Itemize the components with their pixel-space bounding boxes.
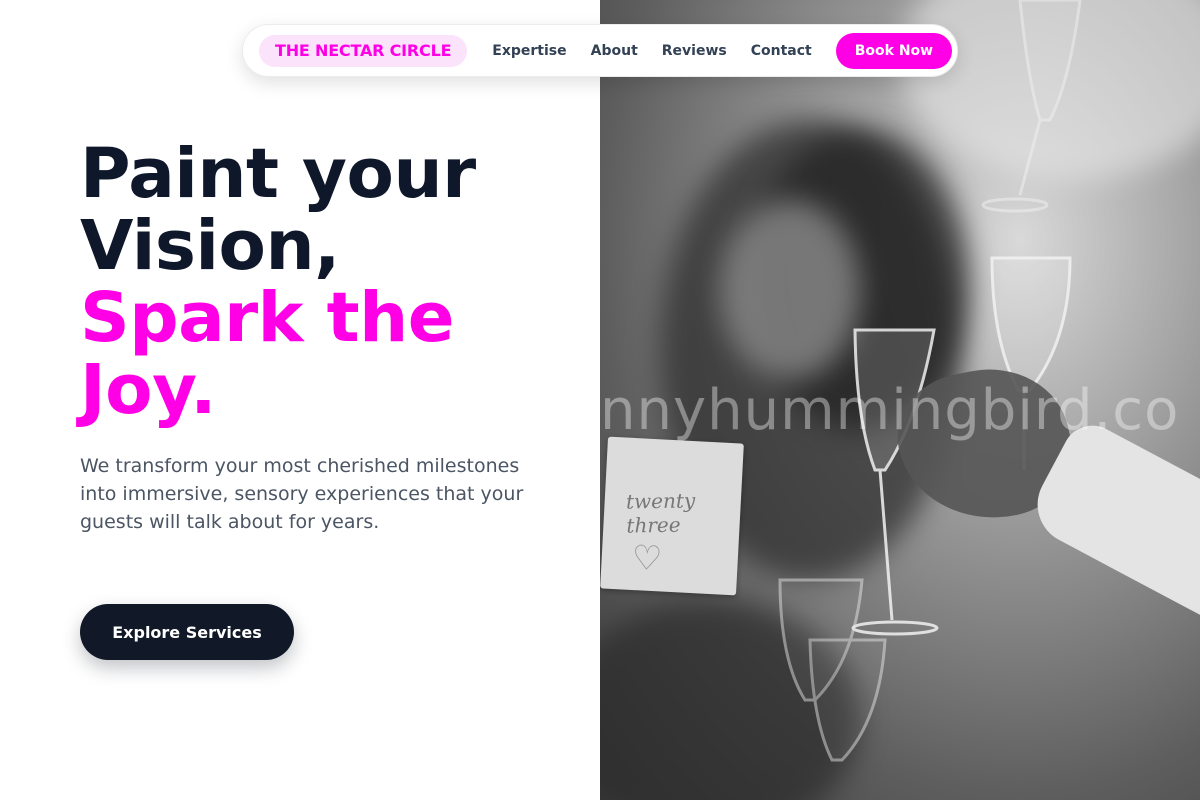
glass-top xyxy=(981,0,1082,213)
headline-line-1: Paint your xyxy=(80,134,476,214)
hero-subtext: We transform your most cherished milesto… xyxy=(80,455,524,533)
nav-link-reviews[interactable]: Reviews xyxy=(662,43,727,59)
hero-left-panel: Paint your Vision, Spark the Joy. We tra… xyxy=(0,0,600,800)
headline-accent-2: Joy. xyxy=(80,350,216,430)
headline-accent-1: Spark the xyxy=(80,278,455,358)
top-navigation: THE NECTAR CIRCLE Expertise About Review… xyxy=(242,24,958,77)
book-now-button[interactable]: Book Now xyxy=(835,32,953,69)
explore-services-button[interactable]: Explore Services xyxy=(80,604,294,660)
brand-logo[interactable]: THE NECTAR CIRCLE xyxy=(259,34,468,67)
glass-bottom xyxy=(778,578,887,762)
nav-link-expertise[interactable]: Expertise xyxy=(492,43,566,59)
hero-headline: Paint your Vision, Spark the Joy. xyxy=(80,138,580,426)
headline-line-2: Vision, xyxy=(80,206,340,286)
photo-watermark: nnyhummingbird.co xyxy=(600,378,1180,443)
nav-link-contact[interactable]: Contact xyxy=(751,43,812,59)
nav-link-about[interactable]: About xyxy=(591,43,638,59)
hero-photo: twenty three ♡ nnyhummingbird.co xyxy=(600,0,1200,800)
